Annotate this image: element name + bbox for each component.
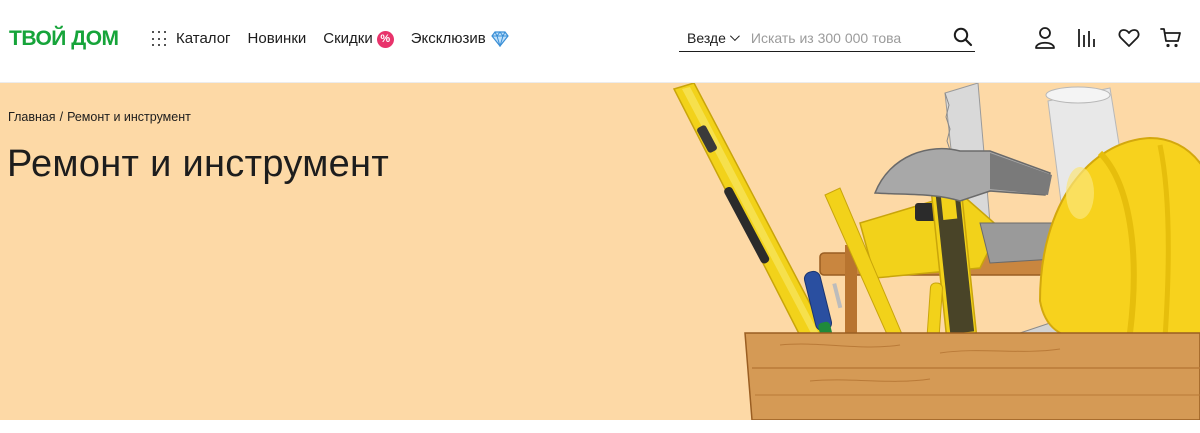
diamond-icon	[490, 31, 509, 47]
percent-badge-icon: %	[376, 30, 394, 48]
nav-discounts[interactable]: Скидки %	[323, 28, 394, 50]
main-nav: Каталог Новинки Скидки % Эксклюзив	[151, 28, 526, 50]
page-title: Ремонт и инструмент	[7, 143, 390, 185]
category-banner: Главная / Ремонт и инструмент Ремонт и и…	[0, 83, 1200, 420]
nav-exclusive[interactable]: Эксклюзив	[411, 28, 509, 50]
search-input[interactable]	[750, 29, 927, 46]
site-header: ТВОЙ ДОМ Каталог Новинки Скидки % Эксклю…	[0, 0, 1200, 83]
nav-new-label: Новинки	[247, 30, 307, 47]
chevron-down-icon	[729, 31, 740, 42]
logo[interactable]: ТВОЙ ДОМ	[9, 27, 119, 51]
grid-icon	[151, 30, 169, 48]
search-bar: Везде	[679, 24, 975, 52]
heart-icon[interactable]	[1118, 26, 1140, 50]
user-icon[interactable]	[1034, 26, 1056, 50]
search-scope-label: Везде	[687, 29, 726, 46]
nav-catalog[interactable]: Каталог	[151, 28, 231, 50]
breadcrumb: Главная / Ремонт и инструмент	[8, 110, 191, 124]
tools-toolbox-illustration	[672, 83, 1200, 420]
nav-new[interactable]: Новинки	[248, 28, 307, 50]
search-scope-dropdown[interactable]: Везде	[687, 29, 740, 46]
nav-discounts-label: Скидки	[323, 30, 373, 47]
search-icon[interactable]	[953, 27, 973, 47]
nav-exclusive-label: Эксклюзив	[410, 30, 486, 47]
breadcrumb-separator: /	[59, 110, 64, 124]
breadcrumb-current: Ремонт и инструмент	[67, 110, 191, 124]
breadcrumb-home[interactable]: Главная	[8, 110, 56, 124]
user-actions	[1034, 26, 1182, 50]
nav-catalog-label: Каталог	[176, 30, 231, 47]
compare-icon[interactable]	[1076, 26, 1098, 50]
cart-icon[interactable]	[1160, 26, 1182, 50]
